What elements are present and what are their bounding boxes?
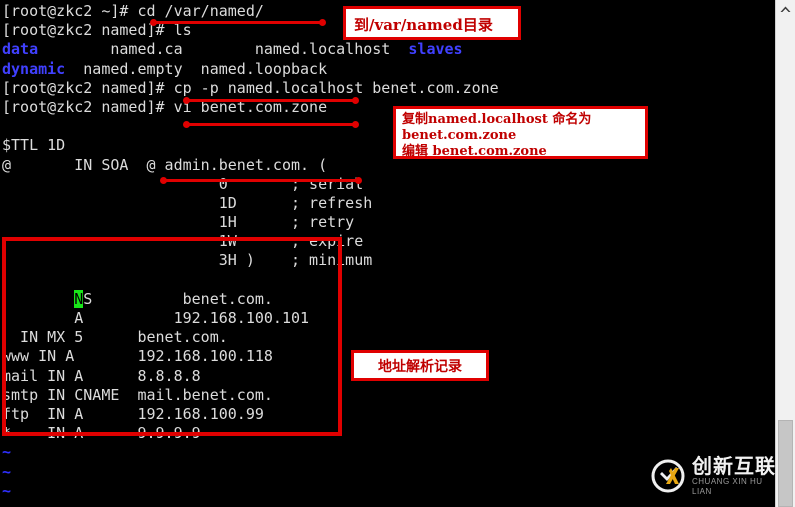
address-records-highlight-box	[2, 237, 342, 436]
callout-copy-line1: 复制named.localhost 命名为	[402, 112, 639, 128]
terminal-text: ~	[2, 501, 11, 507]
terminal-text: ~	[2, 481, 12, 500]
callout-copy-and-edit: 复制named.localhost 命名为 benet.com.zone 编辑 …	[393, 106, 648, 159]
callout-copy-line3: 编辑 benet.com.zone	[402, 144, 639, 160]
terminal-text: named.ca named.localhost	[38, 40, 409, 59]
terminal-text: [root@zkc2 ~]# cd /var/named/	[2, 2, 264, 20]
terminal-line-cmd-vi: [root@zkc2 named]# vi benet.com.zone	[2, 98, 775, 117]
terminal-text: named.empty named.loopback	[65, 59, 328, 78]
terminal-line-zone-ttl: $TTL 1D	[2, 136, 775, 155]
terminal-text: dynamic	[2, 59, 66, 78]
callout-copy-cn-edit: 编辑	[402, 144, 429, 159]
chevron-up-icon	[780, 6, 791, 13]
terminal-text: @ IN SOA @ admin.benet.com. (	[2, 155, 328, 174]
terminal-text: $TTL 1D	[2, 136, 66, 155]
callout-copy-line2: benet.com.zone	[402, 128, 639, 144]
terminal-text: data	[2, 40, 39, 59]
terminal-line-soa-refresh: 1D ; refresh	[2, 194, 775, 213]
underline-cd-command	[150, 19, 326, 26]
terminal-text: 1H ; retry	[2, 213, 355, 232]
terminal-text: [root@zkc2 named]# cp -p named.localhost…	[2, 78, 499, 97]
terminal-line-soa-retry: 1H ; retry	[2, 213, 775, 232]
terminal-text: 0 ; serial	[2, 174, 364, 193]
terminal-text: 1D ; refresh	[2, 193, 373, 212]
terminal-line-ls-out-1: data named.ca named.localhost slaves	[2, 40, 775, 59]
callout-cd-text-cn-a: 到	[354, 16, 370, 34]
terminal-text: ~	[2, 462, 12, 481]
underline-vi-command	[183, 121, 359, 128]
scroll-up-button[interactable]	[776, 0, 795, 18]
terminal-line-tilde-3: ~	[2, 482, 775, 501]
terminal-line-tilde-1: ~	[2, 443, 775, 462]
scrollbar-thumb[interactable]	[778, 420, 793, 507]
terminal-line-soa-serial: 0 ; serial	[2, 175, 775, 194]
terminal-line-tilde-4: ~	[2, 501, 775, 507]
callout-copy-en-a: named.localhost	[428, 112, 548, 127]
underline-soa-record	[160, 177, 362, 184]
callout-copy-edit-file: benet.com.zone	[432, 144, 547, 159]
vertical-scrollbar[interactable]	[775, 0, 795, 507]
callout-cd-directory: 到/var/named目录	[343, 6, 521, 40]
callout-cd-text-path: /var/named	[369, 16, 463, 34]
terminal-line-zone-soa: @ IN SOA @ admin.benet.com. (	[2, 156, 775, 175]
callout-address-records: 地址解析记录	[351, 350, 489, 381]
callout-cd-text-cn-b: 目录	[462, 16, 493, 34]
callout-copy-cn-a: 复制	[402, 112, 429, 127]
terminal-line-cmd-cp: [root@zkc2 named]# cp -p named.localhost…	[2, 79, 775, 98]
callout-copy-cn-b: 命名为	[552, 112, 592, 127]
terminal-text: ~	[2, 443, 12, 462]
terminal-line-tilde-2: ~	[2, 463, 775, 482]
terminal-line-blank-1	[2, 117, 775, 136]
terminal-text: slaves	[408, 40, 463, 59]
callout-copy-zone-file: benet.com.zone	[402, 128, 517, 143]
terminal-line-ls-out-2: dynamic named.empty named.loopback	[2, 60, 775, 79]
underline-cp-command	[183, 97, 359, 104]
callout-records-text: 地址解析记录	[378, 359, 462, 375]
